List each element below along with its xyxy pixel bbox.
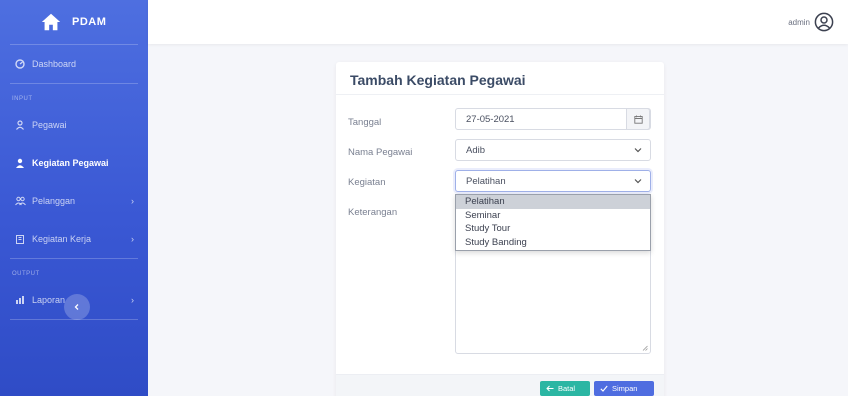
divider — [336, 94, 664, 95]
sidebar-item-label: Dashboard — [32, 59, 77, 69]
dashboard-icon — [14, 58, 26, 70]
kegiatan-select[interactable]: Pelatihan — [455, 170, 651, 192]
sidebar-item-pegawai[interactable]: Pegawai — [0, 106, 148, 144]
dropdown-option-study-tour[interactable]: Study Tour — [456, 222, 650, 236]
tanggal-label: Tanggal — [348, 117, 382, 128]
building-icon — [14, 233, 26, 245]
brand[interactable]: PDAM — [0, 0, 148, 44]
arrow-left-icon — [546, 385, 554, 392]
sidebar-toggle-button[interactable] — [64, 294, 90, 320]
dropdown-option-study-banding[interactable]: Study Banding — [456, 236, 650, 250]
keterangan-label: Keterangan — [348, 207, 398, 218]
chevron-right-icon: › — [131, 234, 134, 244]
chevron-left-icon — [74, 304, 79, 310]
users-icon — [14, 195, 26, 207]
sidebar: PDAM Dashboard INPUT Pegawai Kegiatan Pe… — [0, 0, 148, 396]
simpan-button[interactable]: Simpan — [594, 381, 654, 396]
section-input: INPUT — [12, 96, 33, 102]
sidebar-item-dashboard[interactable]: Dashboard — [0, 45, 148, 83]
chevron-down-icon — [634, 148, 642, 153]
brand-name: PDAM — [72, 16, 107, 28]
topbar: admin — [148, 0, 848, 44]
simpan-label: Simpan — [612, 384, 638, 393]
chevron-right-icon: › — [131, 196, 134, 206]
chevron-right-icon: › — [131, 295, 134, 305]
nama-pegawai-value: Adib — [466, 144, 486, 156]
sidebar-item-kegiatan-kerja[interactable]: Kegiatan Kerja › — [0, 220, 148, 258]
kegiatan-dropdown-list: Pelatihan Seminar Study Tour Study Bandi… — [455, 194, 651, 251]
batal-label: Batal — [558, 384, 576, 393]
dropdown-option-pelatihan[interactable]: Pelatihan — [456, 195, 650, 209]
sidebar-item-pelanggan[interactable]: Pelanggan › — [0, 182, 148, 220]
chart-icon — [14, 294, 26, 306]
sidebar-item-label: Laporan — [32, 295, 66, 305]
page-title: Tambah Kegiatan Pegawai — [350, 72, 526, 88]
user-icon — [14, 157, 26, 169]
date-picker-button[interactable] — [626, 108, 650, 130]
tanggal-value: 27-05-2021 — [466, 113, 515, 125]
sidebar-item-label: Pegawai — [32, 120, 67, 130]
tanggal-input[interactable]: 27-05-2021 — [455, 108, 651, 130]
user-name: admin — [788, 17, 810, 27]
home-icon — [41, 13, 61, 31]
check-icon — [600, 385, 608, 392]
sidebar-item-label: Kegiatan Pegawai — [32, 158, 109, 168]
kegiatan-value: Pelatihan — [466, 175, 506, 187]
sidebar-item-label: Kegiatan Kerja — [32, 234, 92, 244]
user-icon — [14, 119, 26, 131]
user-avatar-icon — [814, 12, 834, 32]
nama-pegawai-select[interactable]: Adib — [455, 139, 651, 161]
nama-pegawai-label: Nama Pegawai — [348, 147, 413, 158]
section-output: OUTPUT — [12, 271, 40, 277]
sidebar-item-label: Pelanggan — [32, 196, 76, 206]
kegiatan-label: Kegiatan — [348, 177, 386, 188]
chevron-down-icon — [634, 179, 642, 184]
user-menu[interactable]: admin — [788, 12, 834, 32]
resize-handle-icon[interactable] — [642, 345, 648, 351]
batal-button[interactable]: Batal — [540, 381, 590, 396]
sidebar-item-kegiatan-pegawai[interactable]: Kegiatan Pegawai — [0, 144, 148, 182]
calendar-icon — [633, 115, 643, 124]
dropdown-option-seminar[interactable]: Seminar — [456, 209, 650, 223]
